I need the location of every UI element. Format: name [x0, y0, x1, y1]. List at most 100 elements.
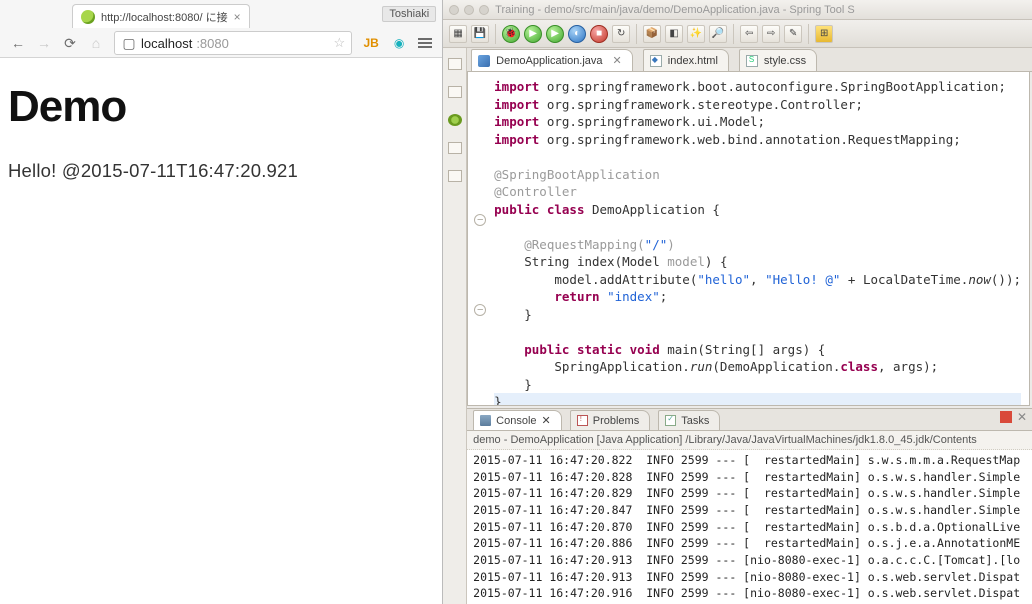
- package-icon[interactable]: 📦: [643, 25, 661, 43]
- problems-icon: [577, 415, 588, 426]
- code-text: + LocalDateTime.: [840, 272, 968, 287]
- code-annotation: @SpringBootApplication: [494, 167, 660, 182]
- chrome-top: http://localhost:8080/ に接 × Toshiaki ← →…: [0, 0, 442, 58]
- tab-close-icon[interactable]: ×: [234, 10, 241, 24]
- fold-icon[interactable]: –: [474, 214, 486, 226]
- forward-icon[interactable]: →: [36, 35, 52, 51]
- close-tab-icon[interactable]: ✕: [613, 54, 622, 67]
- back-icon[interactable]: ←: [10, 35, 26, 51]
- page-body-text: Hello! @2015-07-11T16:47:20.921: [8, 160, 434, 182]
- coverage-icon[interactable]: ◐: [568, 25, 586, 43]
- editor-tab-label: DemoApplication.java: [496, 55, 602, 67]
- wizard-icon[interactable]: ✨: [687, 25, 705, 43]
- panel-tab[interactable]: Console✕: [473, 410, 562, 430]
- file-icon: ▢: [121, 35, 137, 51]
- chrome-browser: http://localhost:8080/ に接 × Toshiaki ← →…: [0, 0, 443, 604]
- ide-title-text: Training - demo/src/main/java/demo/DemoA…: [495, 4, 855, 16]
- code-string: "/": [645, 237, 668, 252]
- panel-tab-label: Problems: [593, 415, 639, 427]
- close-dot-icon[interactable]: [449, 5, 459, 15]
- file-type-icon: [478, 55, 490, 67]
- perspective-icon[interactable]: ⊞: [815, 25, 833, 43]
- toolbar-separator: [733, 24, 734, 44]
- debug-icon[interactable]: 🐞: [502, 25, 520, 43]
- browser-toolbar: ← → ⟳ ⌂ ▢ localhost:8080 ☆ JB ◉: [0, 28, 442, 58]
- code-string: "Hello! @": [765, 272, 840, 287]
- console-icon: [480, 415, 491, 426]
- new-icon[interactable]: ▦: [449, 25, 467, 43]
- url-bar[interactable]: ▢ localhost:8080 ☆: [114, 31, 352, 55]
- editor-tab[interactable]: DemoApplication.java ✕: [471, 49, 633, 71]
- stop-icon[interactable]: ■: [590, 25, 608, 43]
- terminate-icon[interactable]: [1000, 411, 1012, 423]
- code-keyword: import: [494, 132, 539, 147]
- view-icon[interactable]: [448, 170, 462, 182]
- ide-titlebar: Training - demo/src/main/java/demo/DemoA…: [443, 0, 1032, 20]
- code-keyword: public class: [494, 202, 584, 217]
- relaunch-icon[interactable]: ↻: [612, 25, 630, 43]
- panel-tab[interactable]: Tasks: [658, 410, 720, 430]
- code-keyword: import: [494, 97, 539, 112]
- code-annotation: ): [667, 237, 675, 252]
- url-host: localhost: [141, 36, 192, 51]
- code-param: model: [667, 254, 705, 269]
- code-text: org.springframework.stereotype.Controlle…: [539, 97, 863, 112]
- tab-title: http://localhost:8080/ に接: [101, 9, 228, 25]
- code-text: SpringApplication.: [494, 359, 690, 374]
- jetbrains-extension-icon[interactable]: JB: [362, 36, 380, 50]
- bottom-panel: Console✕ProblemsTasks ✕ demo - DemoAppli…: [467, 408, 1032, 604]
- code-keyword: import: [494, 79, 539, 94]
- toolbar-separator: [495, 24, 496, 44]
- pencil-icon[interactable]: ✎: [784, 25, 802, 43]
- code-text: }: [494, 377, 532, 392]
- ide-body: DemoApplication.java ✕ index.html style.css…: [443, 48, 1032, 604]
- editor-tab-label: style.css: [764, 55, 806, 67]
- code-string: "index": [607, 289, 660, 304]
- reload-icon[interactable]: ⟳: [62, 35, 78, 51]
- code-keyword: public static void: [524, 342, 659, 357]
- extension-icon[interactable]: ◉: [390, 36, 408, 50]
- page-content: Demo Hello! @2015-07-11T16:47:20.921: [0, 58, 442, 206]
- close-tab-icon[interactable]: ✕: [542, 414, 551, 427]
- code-text: ());: [991, 272, 1021, 287]
- spring-view-icon[interactable]: [448, 114, 462, 126]
- browser-tab[interactable]: http://localhost:8080/ に接 ×: [72, 4, 250, 28]
- run-icon[interactable]: ▶: [524, 25, 542, 43]
- code-text: (DemoApplication.: [712, 359, 840, 374]
- home-icon[interactable]: ⌂: [88, 35, 104, 51]
- zoom-dot-icon[interactable]: [479, 5, 489, 15]
- code-text: main(String[] args) {: [660, 342, 826, 357]
- code-text: }: [494, 307, 532, 322]
- file-type-icon: [650, 55, 662, 67]
- menu-icon[interactable]: [418, 38, 432, 48]
- run-alt-icon[interactable]: ▶: [546, 25, 564, 43]
- type-icon[interactable]: ◧: [665, 25, 683, 43]
- code-text: , args);: [878, 359, 938, 374]
- code-annotation: @RequestMapping(: [494, 237, 645, 252]
- left-dock: [443, 48, 467, 604]
- fold-icon[interactable]: –: [474, 304, 486, 316]
- nav-back-icon[interactable]: ⇦: [740, 25, 758, 43]
- view-icon[interactable]: [448, 86, 462, 98]
- tab-strip: http://localhost:8080/ に接 × Toshiaki: [0, 0, 442, 28]
- close-panel-icon[interactable]: ✕: [1016, 411, 1028, 423]
- editor-tab-label: index.html: [668, 55, 718, 67]
- editor-tab[interactable]: index.html: [643, 49, 729, 71]
- profile-badge[interactable]: Toshiaki: [382, 6, 436, 22]
- panel-tab-label: Tasks: [681, 415, 709, 427]
- code-string: "hello": [697, 272, 750, 287]
- code-keyword: return: [554, 289, 607, 304]
- console-output[interactable]: 2015-07-11 16:47:20.822 INFO 2599 --- [ …: [467, 450, 1032, 604]
- open-type-icon[interactable]: 🔎: [709, 25, 727, 43]
- editor-tab[interactable]: style.css: [739, 49, 817, 71]
- save-icon[interactable]: 💾: [471, 25, 489, 43]
- bookmark-star-icon[interactable]: ☆: [334, 35, 346, 51]
- traffic-lights: [449, 5, 489, 15]
- code-editor[interactable]: import org.springframework.boot.autoconf…: [467, 72, 1030, 406]
- code-text: DemoApplication {: [584, 202, 719, 217]
- view-icon[interactable]: [448, 58, 462, 70]
- view-icon[interactable]: [448, 142, 462, 154]
- minimize-dot-icon[interactable]: [464, 5, 474, 15]
- panel-tab[interactable]: Problems: [570, 410, 650, 430]
- nav-fwd-icon[interactable]: ⇨: [762, 25, 780, 43]
